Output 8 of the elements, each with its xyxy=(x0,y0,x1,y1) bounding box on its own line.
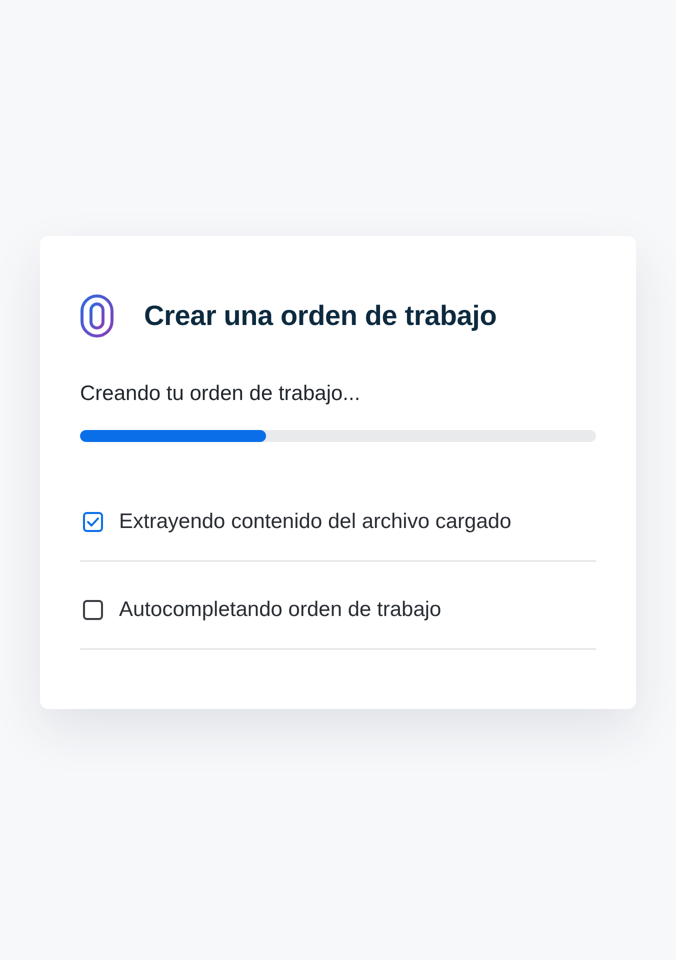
checkmark-icon xyxy=(87,517,99,527)
dialog-title: Crear una orden de trabajo xyxy=(144,300,497,332)
checkbox[interactable] xyxy=(83,512,103,532)
checkbox[interactable] xyxy=(83,600,103,620)
step-label: Extrayendo contenido del archivo cargado xyxy=(119,510,512,534)
status-text: Creando tu orden de trabajo... xyxy=(80,382,362,406)
paperclip-icon xyxy=(80,294,114,338)
step-label: Autocompletando orden de trabajo xyxy=(119,598,442,622)
